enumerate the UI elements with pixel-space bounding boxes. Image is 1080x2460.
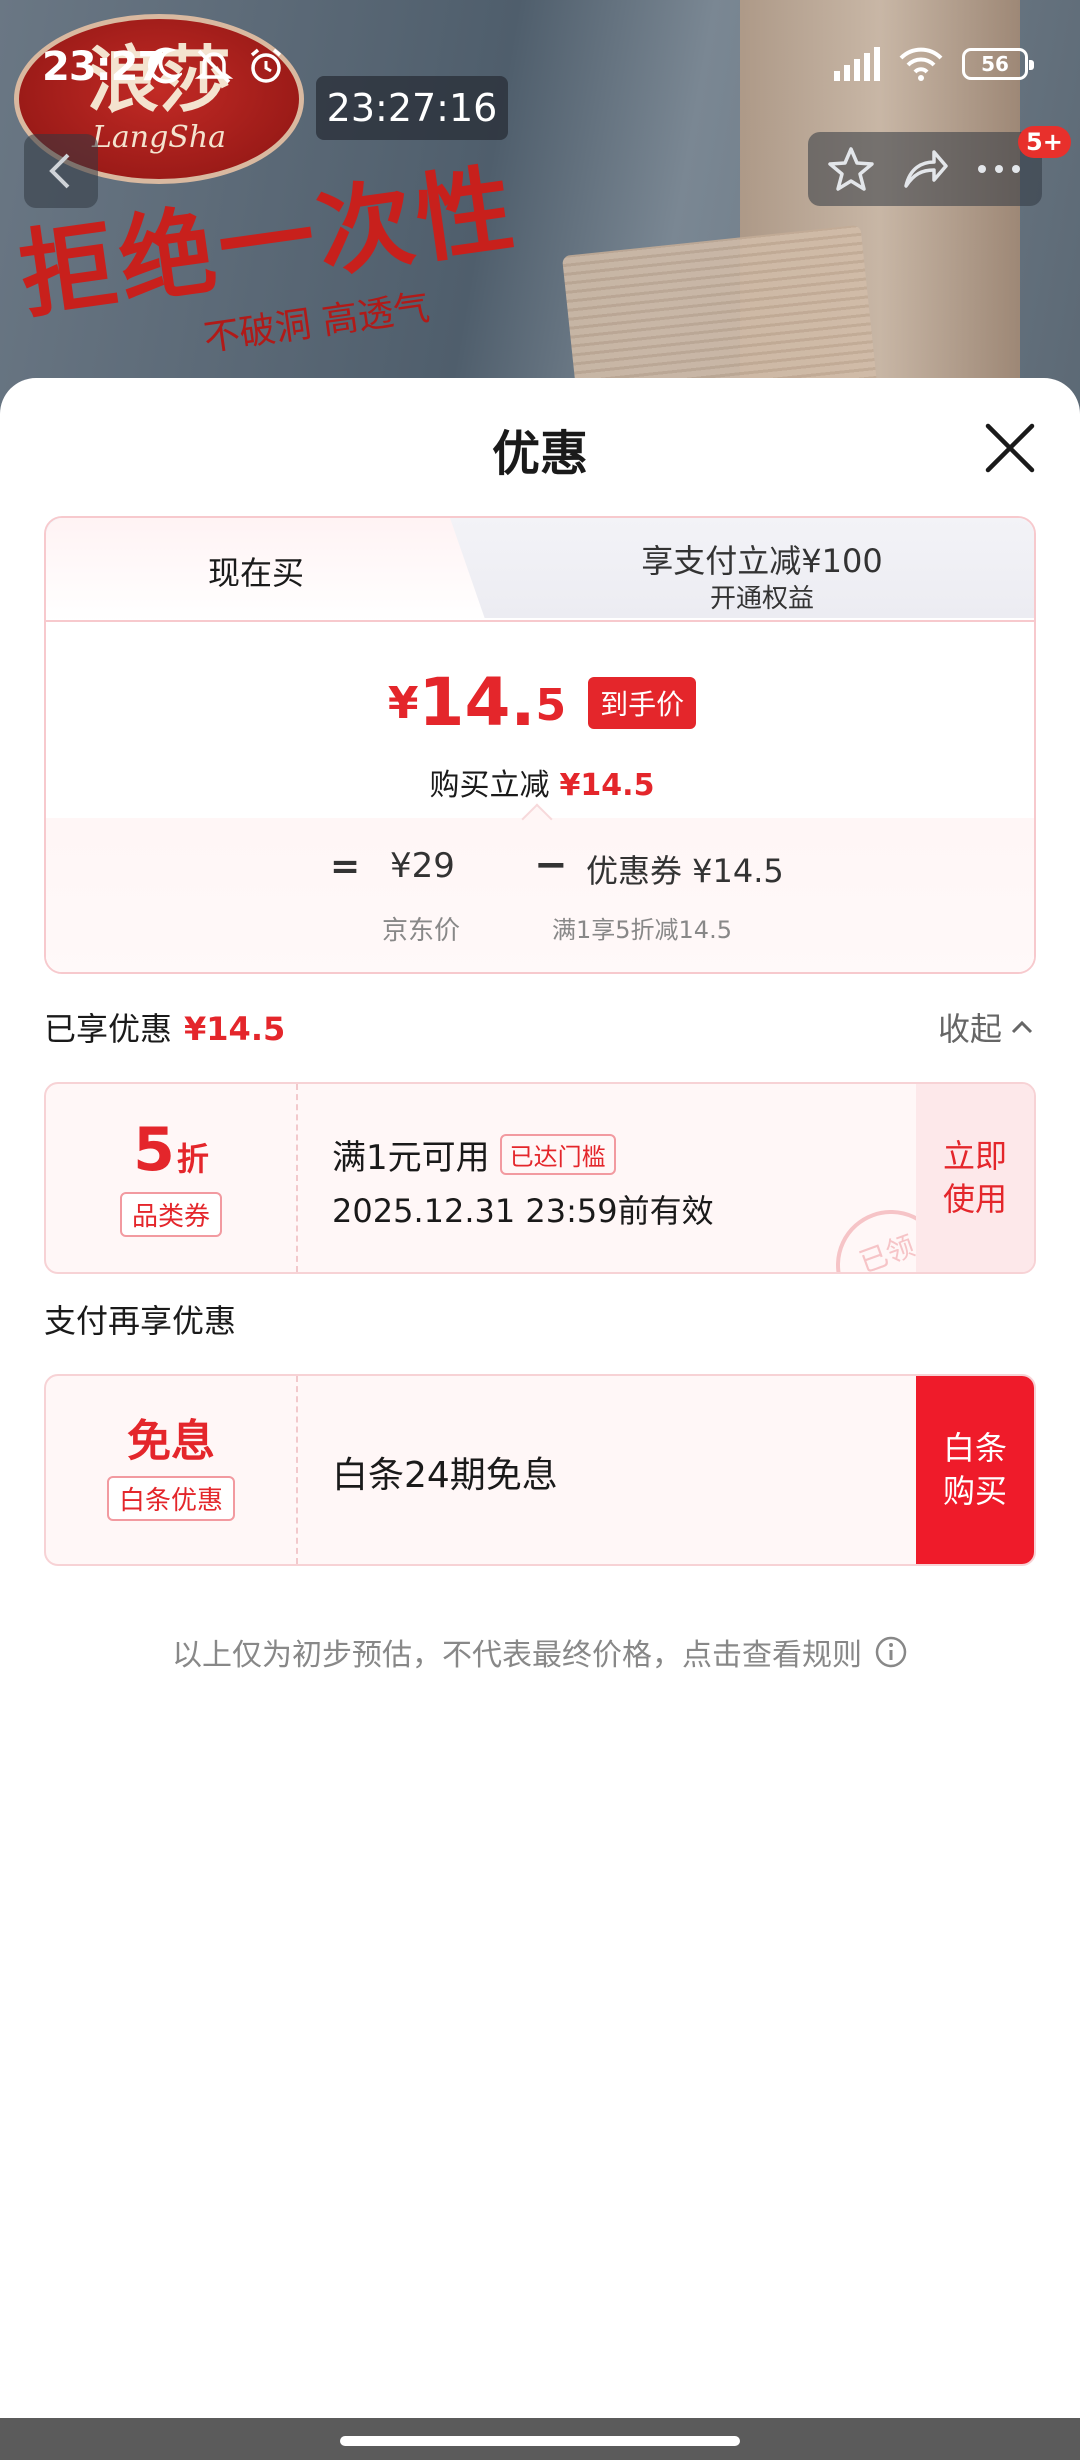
battery-icon: 56 (962, 48, 1034, 80)
price-card: 现在买 享支付立减¥100 开通权益 ¥ 14. 5 到手价 购买立减 ¥14.5… (44, 516, 1036, 974)
sheet-title: 优惠 (491, 426, 588, 482)
gesture-bar-area (0, 2418, 1080, 2460)
offer-value-block: 免息 白条优惠 (46, 1376, 298, 1564)
mute-bell-icon (194, 49, 234, 84)
brand-logo-sub: LangSha (91, 119, 227, 155)
hand-price-value: ¥ 14. 5 (388, 664, 576, 741)
enjoyed-discount-label: 已享优惠 (44, 1010, 173, 1048)
status-icons-left (146, 46, 286, 86)
collapse-label: 收起 (938, 1010, 1003, 1048)
jd-price-label: 京东价 (382, 916, 461, 946)
discount-sheet: 优惠 现在买 享支付立减¥100 开通权益 ¥ 14. 5 到手价 购买立减 ¥1… (0, 378, 1080, 2418)
more-icon[interactable] (974, 159, 1024, 179)
moon-icon (147, 47, 182, 84)
tab-pay-benefit-sub: 开通权益 (709, 584, 814, 614)
message-count-badge: 5+ (1018, 126, 1071, 158)
price-breakdown: = ¥29 − 优惠券 ¥14.5 京东价 满1享5折减14.5 (46, 818, 1034, 972)
status-bar: 23:27 56 (0, 36, 1080, 100)
cell-signal-icon (834, 47, 880, 81)
screenshot-clock: 23:27:16 (316, 76, 508, 140)
baitiao-buy-button[interactable]: 白条 购买 (916, 1376, 1034, 1564)
wifi-icon (899, 47, 943, 81)
enjoyed-discount: 已享优惠 ¥14.5 (44, 1004, 285, 1050)
alarm-icon (250, 48, 282, 83)
price-disclaimer[interactable]: 以上仅为初步预估，不代表最终价格，点击查看规则 (0, 1630, 1080, 1674)
coupon-threshold: 满1元可用 已达门槛 (332, 1130, 616, 1179)
use-now-button[interactable]: 立即 使用 (916, 1084, 1034, 1272)
coupon-threshold-text: 满1元可用 (332, 1138, 490, 1178)
coupon-discount-value: 5 (133, 1114, 175, 1185)
top-actions (808, 132, 1042, 206)
purchase-reduction: 购买立减 ¥14.5 (46, 760, 1034, 804)
enjoyed-discount-amount: ¥14.5 (184, 1010, 286, 1048)
back-button[interactable] (24, 134, 98, 208)
hand-price-decimal: 5 (535, 680, 567, 731)
coupon-rule-label: 满1享5折减14.5 (552, 916, 732, 944)
breakdown-minus: − (534, 842, 568, 888)
share-icon[interactable] (900, 144, 950, 194)
status-icons-right: 56 (834, 46, 1034, 82)
tab-pay-benefit-title: 享支付立减¥100 (641, 542, 883, 580)
purchase-reduction-label: 购买立减 (429, 768, 550, 803)
price-body: ¥ 14. 5 到手价 购买立减 ¥14.5 = ¥29 − 优惠券 ¥14.5 … (46, 620, 1034, 972)
pay-more-title: 支付再享优惠 (44, 1302, 237, 1340)
coupon-expiry: 2025.12.31 23:59前有效 (332, 1192, 714, 1230)
coupon-type-tag: 品类券 (119, 1191, 222, 1237)
coupon-value: 优惠券 ¥14.5 (586, 852, 784, 890)
chevron-left-icon (49, 153, 70, 189)
coupon-discount: 5折 (133, 1120, 209, 1180)
hand-price-currency: ¥ (387, 678, 419, 729)
jd-price-value: ¥29 (390, 846, 455, 886)
chevron-up-icon (1011, 1020, 1033, 1034)
collapse-button[interactable]: 收起 (938, 1004, 1034, 1050)
baitiao-offer: 免息 白条优惠 白条24期免息 白条 购买 (44, 1374, 1036, 1566)
breakdown-equals: = (330, 846, 361, 887)
hand-price-tag: 到手价 (588, 676, 697, 729)
interest-free-label: 免息 (127, 1415, 215, 1467)
info-icon (875, 1636, 907, 1668)
category-coupon: 5折 品类券 满1元可用 已达门槛 2025.12.31 23:59前有效 已领… (44, 1082, 1036, 1274)
home-indicator[interactable] (340, 2436, 740, 2446)
favorite-star-icon[interactable] (826, 144, 876, 194)
disclaimer-text: 以上仅为初步预估，不代表最终价格，点击查看规则 (172, 1638, 862, 1673)
tab-buy-now-label: 现在买 (207, 554, 304, 592)
coupon-discount-unit: 折 (176, 1139, 209, 1178)
hand-price: ¥ 14. 5 到手价 (46, 664, 1034, 741)
battery-level: 56 (981, 52, 1009, 76)
purchase-reduction-amount: ¥14.5 (559, 768, 655, 803)
close-icon[interactable] (982, 420, 1038, 476)
installment-text: 白条24期免息 (332, 1455, 558, 1496)
baitiao-offer-tag: 白条优惠 (106, 1475, 235, 1521)
threshold-reached-tag: 已达门槛 (499, 1134, 616, 1175)
hand-price-integer: 14. (418, 664, 536, 741)
coupon-value-block: 5折 品类券 (46, 1084, 298, 1272)
